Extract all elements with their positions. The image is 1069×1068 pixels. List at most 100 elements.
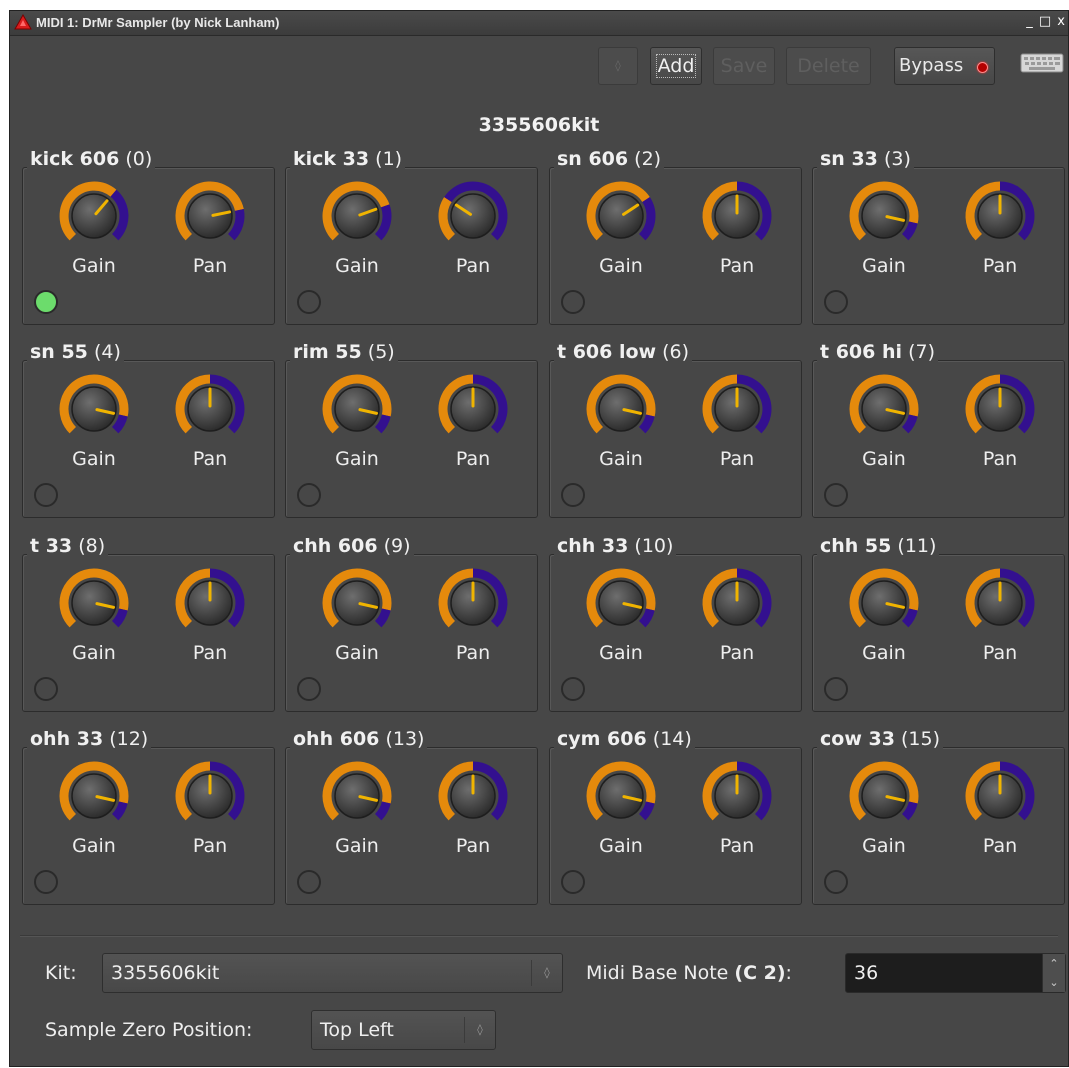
zero-position-select[interactable]: Top Left ◊ [311, 1010, 496, 1050]
trigger-led[interactable] [824, 483, 848, 507]
pad-title: sn 606 (2) [554, 148, 665, 170]
pan-label: Pan [192, 448, 228, 470]
gain-knob[interactable] [846, 178, 922, 254]
pan-label: Pan [719, 448, 755, 470]
gain-label: Gain [599, 448, 643, 470]
save-button[interactable]: Save [713, 47, 775, 85]
trigger-led[interactable] [824, 290, 848, 314]
gain-knob[interactable] [846, 565, 922, 641]
gain-knob[interactable] [583, 371, 659, 447]
pan-label: Pan [455, 642, 491, 664]
bypass-button[interactable]: Bypass [894, 47, 995, 85]
pad-title: t 606 low (6) [554, 341, 693, 363]
gain-knob[interactable] [319, 758, 395, 834]
pan-knob[interactable] [172, 758, 248, 834]
gain-knob[interactable] [56, 371, 132, 447]
gain-knob[interactable] [583, 565, 659, 641]
title-bar[interactable]: MIDI 1: DrMr Sampler (by Nick Lanham) _ … [10, 11, 1068, 36]
gain-knob[interactable] [56, 178, 132, 254]
pad-11: chh 55 (11) Gain Pan [812, 535, 1065, 712]
settings-bar: Kit: 3355606kit ◊ Midi Base Note (C 2): … [10, 931, 1068, 1066]
gain-knob[interactable] [56, 565, 132, 641]
gain-label: Gain [335, 835, 379, 857]
close-icon[interactable]: x [1057, 14, 1066, 29]
pad-title: sn 55 (4) [27, 341, 124, 363]
gain-knob[interactable] [846, 371, 922, 447]
gain-knob[interactable] [319, 565, 395, 641]
pan-knob[interactable] [435, 565, 511, 641]
trigger-led[interactable] [561, 870, 585, 894]
keyboard-icon[interactable] [1020, 51, 1064, 79]
pan-label: Pan [982, 448, 1018, 470]
trigger-led[interactable] [297, 290, 321, 314]
gain-label: Gain [862, 642, 906, 664]
gain-knob[interactable] [583, 178, 659, 254]
kit-title: 3355606kit [478, 114, 600, 136]
pad-3: sn 33 (3) Gain Pan [812, 148, 1065, 325]
pan-knob[interactable] [435, 758, 511, 834]
kit-select-value: 3355606kit [111, 962, 220, 984]
pan-knob[interactable] [699, 371, 775, 447]
pan-knob[interactable] [172, 371, 248, 447]
pad-title: chh 33 (10) [554, 535, 677, 557]
gain-knob[interactable] [319, 178, 395, 254]
pan-knob[interactable] [962, 371, 1038, 447]
pad-title: cym 606 (14) [554, 728, 695, 750]
add-button-label: Add [655, 54, 697, 78]
pan-label: Pan [455, 255, 491, 277]
app-icon [14, 13, 32, 34]
gain-knob[interactable] [583, 758, 659, 834]
pan-label: Pan [719, 255, 755, 277]
maximize-icon[interactable]: □ [1039, 14, 1052, 29]
preset-spinner[interactable]: ◊ [598, 47, 638, 85]
pad-title: t 606 hi (7) [817, 341, 938, 363]
spin-arrows-icon[interactable]: ⌃ ⌄ [1042, 954, 1065, 992]
trigger-led[interactable] [34, 483, 58, 507]
window-title: MIDI 1: DrMr Sampler (by Nick Lanham) [36, 15, 280, 30]
trigger-led[interactable] [297, 677, 321, 701]
trigger-led[interactable] [297, 483, 321, 507]
pan-knob[interactable] [435, 371, 511, 447]
pad-title: sn 33 (3) [817, 148, 914, 170]
spinner-arrows-icon: ◊ [615, 59, 621, 72]
trigger-led[interactable] [34, 677, 58, 701]
gain-label: Gain [72, 255, 116, 277]
trigger-led[interactable] [561, 483, 585, 507]
pad-0: kick 606 (0) Gain Pan [22, 148, 275, 325]
pad-7: t 606 hi (7) Gain Pan [812, 341, 1065, 518]
trigger-led[interactable] [824, 870, 848, 894]
gain-knob[interactable] [846, 758, 922, 834]
pan-knob[interactable] [172, 565, 248, 641]
pad-6: t 606 low (6) Gain Pan [549, 341, 802, 518]
trigger-led[interactable] [34, 290, 58, 314]
gain-knob[interactable] [56, 758, 132, 834]
pan-knob[interactable] [962, 178, 1038, 254]
trigger-led[interactable] [561, 677, 585, 701]
pad-title: ohh 33 (12) [27, 728, 152, 750]
pan-knob[interactable] [435, 178, 511, 254]
add-button[interactable]: Add [650, 47, 702, 85]
gain-label: Gain [335, 448, 379, 470]
trigger-led[interactable] [561, 290, 585, 314]
pan-knob[interactable] [699, 178, 775, 254]
minimize-icon[interactable]: _ [1026, 14, 1034, 29]
pan-label: Pan [982, 255, 1018, 277]
pan-knob[interactable] [699, 565, 775, 641]
pan-knob[interactable] [699, 758, 775, 834]
zero-position-label: Sample Zero Position: [45, 1019, 253, 1041]
trigger-led[interactable] [824, 677, 848, 701]
kit-select[interactable]: 3355606kit ◊ [102, 953, 563, 993]
base-note-spinbox[interactable]: 36 ⌃ ⌄ [845, 953, 1066, 993]
trigger-led[interactable] [34, 870, 58, 894]
trigger-led[interactable] [297, 870, 321, 894]
divider [20, 935, 1058, 936]
gain-knob[interactable] [319, 371, 395, 447]
pad-title: rim 55 (5) [290, 341, 398, 363]
pan-knob[interactable] [172, 178, 248, 254]
pan-knob[interactable] [962, 565, 1038, 641]
delete-button[interactable]: Delete [786, 47, 871, 85]
pan-knob[interactable] [962, 758, 1038, 834]
pan-label: Pan [192, 835, 228, 857]
bypass-led-icon [977, 62, 988, 73]
gain-label: Gain [72, 835, 116, 857]
